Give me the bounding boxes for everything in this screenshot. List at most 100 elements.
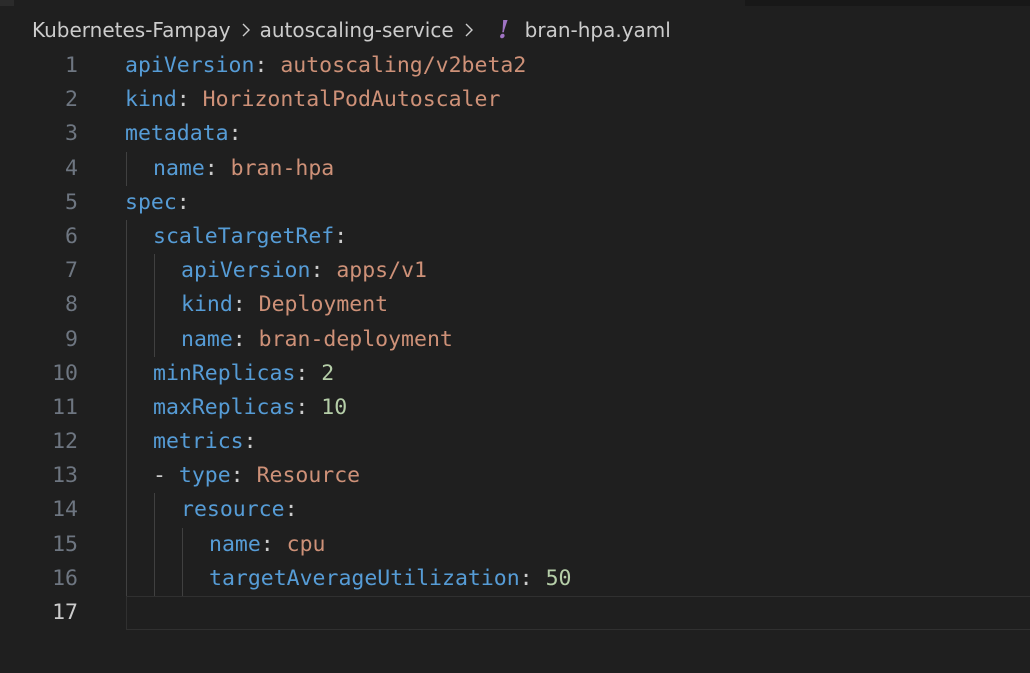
indent-guide [182, 527, 183, 562]
tab-bar-edge [0, 0, 1030, 6]
indent-guide [154, 254, 155, 289]
indent-guide [126, 561, 127, 596]
yaml-string: Deployment [258, 292, 389, 318]
yaml-key: targetAverageUtilization [209, 565, 520, 591]
yaml-string: Resource [256, 463, 361, 489]
code-line[interactable]: 16 targetAverageUtilization: 50 [0, 561, 1030, 596]
code-line[interactable]: 10 minReplicas: 2 [0, 356, 1030, 391]
code-line[interactable]: 5 spec: [0, 186, 1030, 220]
yaml-key: kind [125, 87, 177, 113]
breadcrumb-folder[interactable]: Kubernetes-Fampay [32, 18, 231, 42]
code-line[interactable]: 3 metadata: [0, 117, 1030, 151]
indent-guide [154, 561, 155, 596]
code-line[interactable]: 8 kind: Deployment [0, 288, 1030, 323]
line-number: 11 [52, 394, 78, 420]
line-number: 3 [65, 121, 78, 147]
breadcrumb-file[interactable]: bran-hpa.yaml [525, 18, 671, 42]
yaml-string: HorizontalPodAutoscaler [202, 87, 501, 113]
yaml-string: cpu [286, 531, 326, 557]
yaml-punctuation: : [204, 155, 231, 181]
breadcrumb: Kubernetes-Fampay autoscaling-service ! … [32, 14, 671, 46]
line-number: 16 [52, 565, 78, 591]
code-line[interactable]: 11 maxReplicas: 10 [0, 390, 1030, 426]
indent-guide [126, 493, 127, 528]
yaml-key: apiVersion [125, 53, 255, 78]
yaml-punctuation: : [295, 394, 322, 420]
indent-guide [126, 390, 127, 426]
yaml-punctuation: : [243, 429, 257, 455]
line-number: 1 [65, 53, 78, 78]
yaml-key: type [178, 463, 231, 489]
indent-guide [126, 459, 127, 494]
indent-guide [126, 219, 127, 255]
indent-guide [154, 493, 155, 528]
code-line[interactable]: 15 name: cpu [0, 527, 1030, 562]
line-number: 17 [52, 600, 78, 625]
line-number: 5 [65, 189, 78, 215]
line-number: 14 [52, 497, 78, 523]
yaml-punctuation: : [228, 121, 242, 147]
yaml-punctuation: : [519, 565, 546, 591]
code-line[interactable]: 6 scaleTargetRef: [0, 219, 1030, 255]
code-line[interactable]: 7 apiVersion: apps/v1 [0, 254, 1030, 289]
yaml-number: 2 [321, 360, 335, 386]
yaml-key: kind [181, 292, 233, 318]
yaml-punctuation: : [260, 531, 287, 557]
yaml-punctuation: : [176, 189, 190, 215]
yaml-punctuation: : [295, 360, 322, 386]
yaml-punctuation: : [232, 292, 259, 318]
code-line[interactable]: 13 - type: Resource [0, 459, 1030, 494]
yaml-key: maxReplicas [153, 394, 296, 420]
yaml-string: bran-deployment [258, 326, 453, 352]
yaml-key: name [181, 326, 233, 352]
indent-guide [154, 288, 155, 323]
yaml-punctuation: - [153, 463, 179, 489]
yaml-punctuation: : [284, 497, 298, 523]
code-line[interactable]: 14 resource: [0, 493, 1030, 528]
line-number: 13 [52, 463, 78, 489]
code-line[interactable]: 9 name: bran-deployment [0, 322, 1030, 357]
line-number: 9 [65, 326, 78, 352]
yaml-punctuation: : [310, 258, 337, 284]
line-number: 12 [52, 429, 78, 455]
breadcrumb-subfolder[interactable]: autoscaling-service [260, 18, 454, 42]
yaml-key: scaleTargetRef [153, 223, 335, 249]
code-line[interactable]: 2 kind: HorizontalPodAutoscaler [0, 83, 1030, 117]
yaml-number: 10 [321, 394, 348, 420]
indent-guide [154, 322, 155, 357]
code-line[interactable]: 17 [0, 596, 1030, 630]
indent-guide [182, 561, 183, 596]
indent-guide [126, 356, 127, 391]
code-line[interactable]: 1 apiVersion: autoscaling/v2beta2 [0, 49, 1030, 83]
chevron-right-icon [458, 19, 480, 41]
indent-guide [126, 322, 127, 357]
yaml-key: name [209, 531, 261, 557]
code-editor[interactable]: Kubernetes-Fampay autoscaling-service ! … [0, 0, 1030, 673]
line-number: 7 [65, 258, 78, 284]
code-lines[interactable]: 1 apiVersion: autoscaling/v2beta2 2 kind: H… [0, 49, 1030, 630]
yaml-punctuation: : [254, 53, 281, 78]
indent-guide [126, 527, 127, 562]
yaml-string: apps/v1 [336, 258, 427, 284]
code-line[interactable]: 12 metrics: [0, 425, 1030, 460]
line-number: 6 [65, 223, 78, 249]
yaml-punctuation: : [232, 326, 259, 352]
line-number: 8 [65, 292, 78, 318]
yaml-key: metadata [125, 121, 229, 147]
indent-guide [126, 288, 127, 323]
line-number: 15 [52, 531, 78, 557]
indent-guide [126, 254, 127, 289]
yaml-key: resource [181, 497, 285, 523]
yaml-string: bran-hpa [230, 155, 335, 181]
yaml-punctuation: : [230, 463, 257, 489]
indent-guide [154, 527, 155, 562]
yaml-key: name [153, 155, 205, 181]
chevron-right-icon [235, 19, 257, 41]
line-number: 10 [52, 360, 78, 386]
indent-guide [126, 425, 127, 460]
code-line[interactable]: 4 name: bran-hpa [0, 151, 1030, 186]
yaml-number: 50 [545, 565, 572, 591]
current-line-highlight [126, 596, 1030, 630]
yaml-key: metrics [153, 429, 244, 455]
indent-guide [126, 151, 127, 186]
